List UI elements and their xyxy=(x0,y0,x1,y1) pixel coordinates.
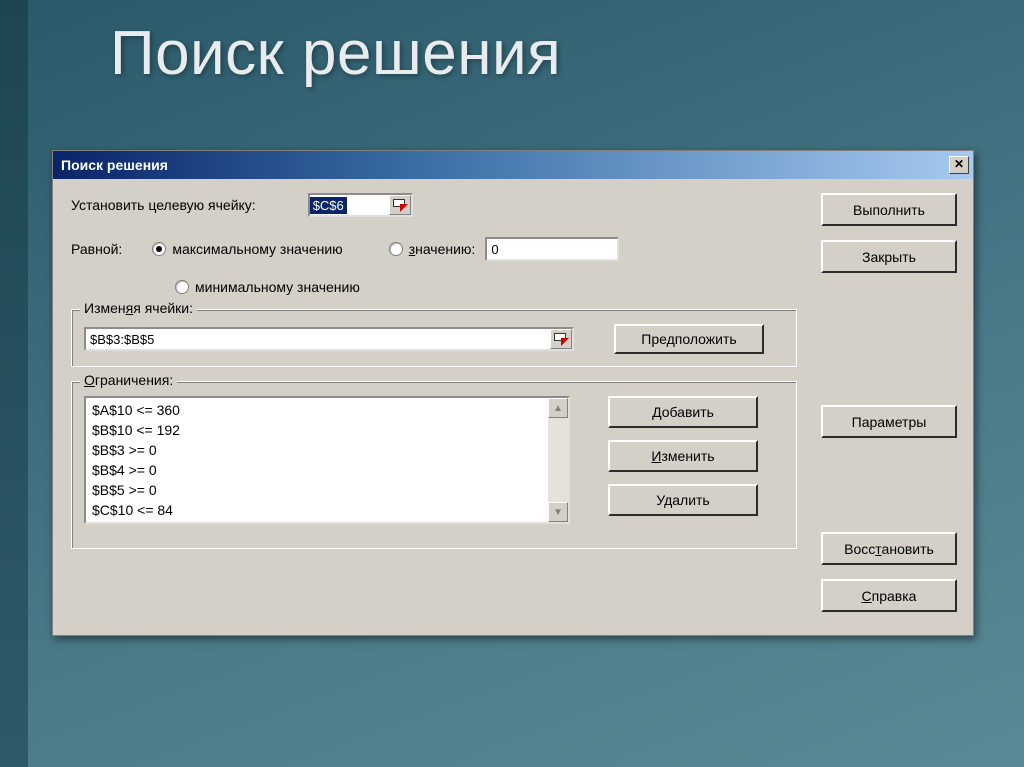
constraints-group: Ограничения: $A$10 <= 360 $B$10 <= 192 $… xyxy=(71,381,797,549)
constraints-legend: Ограничения: xyxy=(80,372,177,388)
list-item[interactable]: $B$4 >= 0 xyxy=(92,460,542,480)
radio-min[interactable] xyxy=(175,280,189,294)
change-button[interactable]: Изменить xyxy=(608,440,758,472)
add-button[interactable]: Добавить xyxy=(608,396,758,428)
scrollbar[interactable]: ▲ ▼ xyxy=(548,398,568,522)
target-cell-input[interactable]: $C$6 xyxy=(310,197,347,214)
changing-cells-input[interactable] xyxy=(86,329,548,349)
value-input-wrap xyxy=(485,237,619,261)
ref-picker-icon[interactable] xyxy=(550,329,572,349)
scroll-up-icon[interactable]: ▲ xyxy=(548,398,568,418)
close-button[interactable]: Закрыть xyxy=(821,240,957,273)
dialog-body: Установить целевую ячейку: $C$6 Равной: … xyxy=(53,179,973,635)
changing-cells-legend: Изменяя ячейки: xyxy=(80,300,197,316)
slide-accent xyxy=(0,0,28,767)
delete-button[interactable]: Удалить xyxy=(608,484,758,516)
constraints-listbox[interactable]: $A$10 <= 360 $B$10 <= 192 $B$3 >= 0 $B$4… xyxy=(84,396,570,524)
value-input[interactable] xyxy=(487,239,617,259)
target-cell-label: Установить целевую ячейку: xyxy=(71,197,256,213)
radio-value-label: значению: xyxy=(409,241,476,257)
radio-value[interactable] xyxy=(389,242,403,256)
radio-max[interactable] xyxy=(152,242,166,256)
radio-min-label: минимальному значению xyxy=(195,279,360,295)
titlebar: Поиск решения ✕ xyxy=(53,151,973,179)
dialog-title: Поиск решения xyxy=(61,157,168,173)
list-item[interactable]: $A$10 <= 360 xyxy=(92,400,542,420)
ref-picker-icon[interactable] xyxy=(389,195,411,215)
run-button[interactable]: Выполнить xyxy=(821,193,957,226)
help-button[interactable]: Справка xyxy=(821,579,957,612)
solver-dialog: Поиск решения ✕ Установить целевую ячейк… xyxy=(52,150,974,636)
close-icon[interactable]: ✕ xyxy=(949,156,969,174)
list-item[interactable]: $B$5 >= 0 xyxy=(92,480,542,500)
list-item[interactable]: $B$3 >= 0 xyxy=(92,440,542,460)
changing-cells-wrap xyxy=(84,327,574,351)
radio-max-label: максимальному значению xyxy=(172,241,342,257)
reset-button[interactable]: Восстановить xyxy=(821,532,957,565)
list-item[interactable]: $B$10 <= 192 xyxy=(92,420,542,440)
changing-cells-group: Изменяя ячейки: Предположить xyxy=(71,309,797,367)
list-item[interactable]: $C$10 <= 84 xyxy=(92,500,542,520)
constraints-list: $A$10 <= 360 $B$10 <= 192 $B$3 >= 0 $B$4… xyxy=(86,398,548,522)
equal-to-label: Равной: xyxy=(71,241,122,257)
scroll-down-icon[interactable]: ▼ xyxy=(548,502,568,522)
guess-button[interactable]: Предположить xyxy=(614,324,764,354)
slide-title: Поиск решения xyxy=(110,18,561,89)
right-button-column: Выполнить Закрыть Параметры Восстановить… xyxy=(821,193,957,619)
params-button[interactable]: Параметры xyxy=(821,405,957,438)
target-cell-input-wrap: $C$6 xyxy=(308,193,413,217)
